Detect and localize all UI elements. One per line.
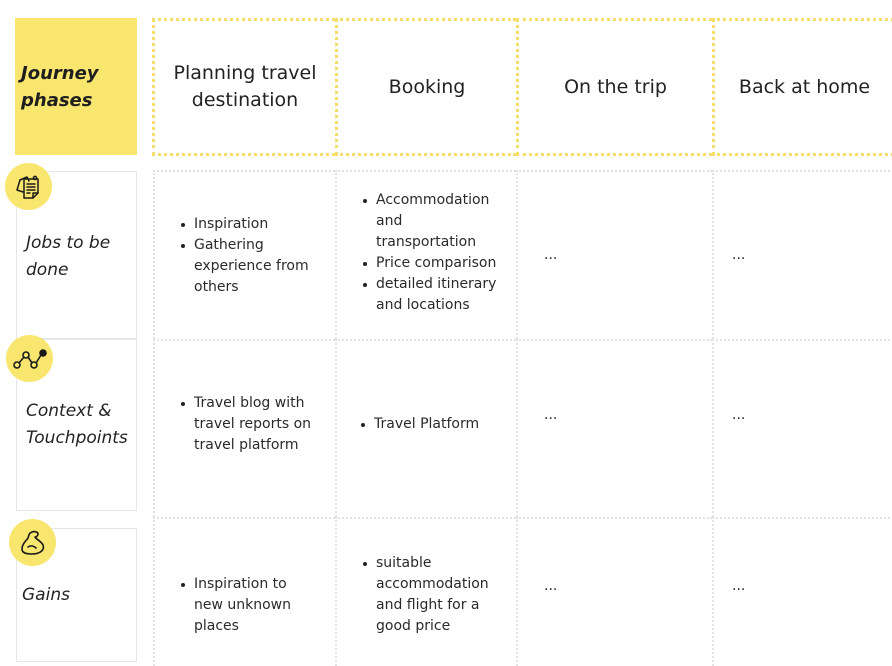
list-item: Inspiration to new unknown places xyxy=(176,574,316,637)
phase-header-planning: Planning travel destination xyxy=(152,18,335,156)
phase-title: Booking xyxy=(388,75,466,98)
gains-icon-badge xyxy=(9,519,56,566)
list-item: Gathering experience from others xyxy=(176,235,335,298)
journey-phases-text: Journey phases xyxy=(21,62,99,111)
cell-jobs-booking: Accommodation and transportation Price c… xyxy=(335,170,516,339)
bullet-list: Inspiration Gathering experience from ot… xyxy=(176,214,335,298)
cell-jobs-planning: Inspiration Gathering experience from ot… xyxy=(153,170,335,339)
list-item: Travel Platform xyxy=(356,414,479,435)
journey-phases-label: Journey phases xyxy=(15,18,137,155)
context-icon-badge xyxy=(6,335,53,382)
bullet-list: Travel Platform xyxy=(356,414,479,435)
bullet-list: Inspiration to new unknown places xyxy=(176,574,316,637)
cell-gains-planning: Inspiration to new unknown places xyxy=(153,517,335,666)
cell-context-back-at-home: ... xyxy=(712,339,892,517)
row-label-text: Jobs to be done xyxy=(26,233,111,280)
cell-jobs-back-at-home: ... xyxy=(712,170,892,339)
list-item: suitable accommodation and flight for a … xyxy=(358,553,498,637)
cell-gains-booking: suitable accommodation and flight for a … xyxy=(335,517,516,666)
sticky-notes-icon xyxy=(15,175,39,199)
cell-gains-back-at-home: ... xyxy=(712,517,892,666)
phase-header-back-at-home: Back at home xyxy=(712,18,892,156)
list-item: detailed itinerary and locations xyxy=(358,274,498,316)
cell-gains-on-the-trip: ... xyxy=(516,517,712,666)
bullet-list: Travel blog with travel reports on trave… xyxy=(176,393,321,456)
placeholder-ellipsis: ... xyxy=(544,247,558,263)
row-label-text: Gains xyxy=(22,584,70,605)
placeholder-ellipsis: ... xyxy=(544,407,558,423)
connected-path-icon xyxy=(12,348,47,369)
cell-context-on-the-trip: ... xyxy=(516,339,712,517)
list-item: Travel blog with travel reports on trave… xyxy=(176,393,321,456)
bullet-list: suitable accommodation and flight for a … xyxy=(358,553,498,637)
placeholder-ellipsis: ... xyxy=(544,578,558,594)
cell-context-booking: Travel Platform xyxy=(335,339,516,517)
cell-context-planning: Travel blog with travel reports on trave… xyxy=(153,339,335,517)
jobs-icon-badge xyxy=(5,163,52,210)
row-label-text: Context & Touchpoints xyxy=(26,401,128,448)
bullet-list: Accommodation and transportation Price c… xyxy=(358,190,498,316)
phase-title: Planning travel destination xyxy=(173,62,317,111)
list-item: Inspiration xyxy=(176,214,335,235)
flexed-biceps-icon xyxy=(20,530,44,555)
placeholder-ellipsis: ... xyxy=(732,407,746,423)
phase-header-on-the-trip: On the trip xyxy=(516,18,712,156)
cell-jobs-on-the-trip: ... xyxy=(516,170,712,339)
phase-title: Back at home xyxy=(738,75,871,98)
list-item: Price comparison xyxy=(358,253,498,274)
list-item: Accommodation and transportation xyxy=(358,190,498,253)
placeholder-ellipsis: ... xyxy=(732,578,746,594)
phase-title: On the trip xyxy=(564,75,667,98)
placeholder-ellipsis: ... xyxy=(732,247,746,263)
phase-header-booking: Booking xyxy=(335,18,516,156)
